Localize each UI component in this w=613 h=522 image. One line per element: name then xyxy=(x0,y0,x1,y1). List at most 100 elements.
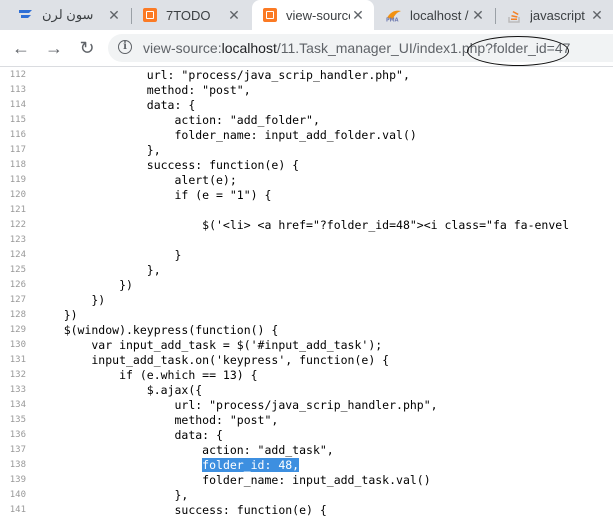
line-number: 131 xyxy=(9,355,26,365)
line-number: 126 xyxy=(9,280,26,290)
code-text: }, xyxy=(36,488,189,502)
line-number: 117 xyxy=(9,145,26,155)
code-text: method: "post", xyxy=(36,413,279,427)
code-text: url: "process/java_scrip_handler.php", xyxy=(36,68,410,82)
line-number: 118 xyxy=(9,160,26,170)
source-line: 123 xyxy=(0,233,613,248)
tab-label: سون لرن xyxy=(42,7,94,22)
source-line: 134 url: "process/java_scrip_handler.php… xyxy=(0,398,613,413)
line-number: 139 xyxy=(9,475,26,485)
tab-javascript[interactable]: javascript - ✕ xyxy=(496,0,613,30)
line-number: 120 xyxy=(9,190,26,200)
source-line: 114 data: { xyxy=(0,98,613,113)
tab-localhost[interactable]: PMA localhost / ✕ xyxy=(376,0,494,30)
xampp-favicon-icon xyxy=(142,7,158,23)
source-line: 129 $(window).keypress(function() { xyxy=(0,323,613,338)
code-text: success: function(e) { xyxy=(36,503,327,517)
line-number: 115 xyxy=(9,115,26,125)
tab-close-icon[interactable]: ✕ xyxy=(350,7,366,24)
line-number: 112 xyxy=(9,70,26,80)
source-line: 130 var input_add_task = $('#input_add_t… xyxy=(0,338,613,353)
source-line: 131 input_add_task.on('keypress', functi… xyxy=(0,353,613,368)
url-host: localhost xyxy=(221,40,277,56)
line-number: 129 xyxy=(9,325,26,335)
site-info-icon[interactable]: i xyxy=(118,40,132,54)
source-line: 133 $.ajax({ xyxy=(0,383,613,398)
tab-close-icon[interactable]: ✕ xyxy=(470,7,486,24)
tab-label: view-source xyxy=(286,7,350,23)
source-code-view[interactable]: 112 url: "process/java_scrip_handler.php… xyxy=(0,67,613,522)
line-number: 121 xyxy=(9,205,26,215)
code-text: $('<li> <a href="?folder_id=48"><i class… xyxy=(36,218,570,232)
code-text: }) xyxy=(36,293,106,307)
source-line: 113 method: "post", xyxy=(0,83,613,98)
line-number: 137 xyxy=(9,445,26,455)
forward-button[interactable]: → xyxy=(42,36,66,60)
line-number: 123 xyxy=(9,235,26,245)
code-text: if (e = "1") { xyxy=(36,188,272,202)
line-number: 124 xyxy=(9,250,26,260)
source-line: 126 }) xyxy=(0,278,613,293)
source-line: 116 folder_name: input_add_folder.val() xyxy=(0,128,613,143)
source-line: 140 }, xyxy=(0,488,613,503)
source-line: 122 $('<li> <a href="?folder_id=48"><i c… xyxy=(0,218,613,233)
code-text: data: { xyxy=(36,428,223,442)
source-line: 119 alert(e); xyxy=(0,173,613,188)
code-text: method: "post", xyxy=(36,83,251,97)
code-text: action: "add_folder", xyxy=(36,113,320,127)
back-button[interactable]: ← xyxy=(9,36,33,60)
tab-view-source[interactable]: view-source ✕ xyxy=(252,0,374,30)
line-number: 133 xyxy=(9,385,26,395)
line-number: 135 xyxy=(9,415,26,425)
code-text: input_add_task.on('keypress', function(e… xyxy=(36,353,390,367)
tab-label: javascript - xyxy=(530,7,589,23)
line-number: 127 xyxy=(9,295,26,305)
code-text: }, xyxy=(36,263,161,277)
line-number: 122 xyxy=(9,220,26,230)
tab-close-icon[interactable]: ✕ xyxy=(589,7,605,24)
source-line: 132 if (e.which == 13) { xyxy=(0,368,613,383)
line-number: 125 xyxy=(9,265,26,275)
code-text: }) xyxy=(36,308,78,322)
source-line: 138 folder_id: 48, xyxy=(0,458,613,473)
tab-close-icon[interactable]: ✕ xyxy=(226,7,242,24)
line-number: 141 xyxy=(9,505,26,515)
code-text: folder_name: input_add_task.val() xyxy=(36,473,431,487)
source-line: 139 folder_name: input_add_task.val() xyxy=(0,473,613,488)
tab-sevenlearn[interactable]: سون لرن ✕ xyxy=(8,0,130,30)
line-number: 134 xyxy=(9,400,26,410)
tab-7todo[interactable]: 7TODO ✕ xyxy=(132,0,250,30)
code-text: $(window).keypress(function() { xyxy=(36,323,279,337)
source-line: 112 url: "process/java_scrip_handler.php… xyxy=(0,68,613,83)
source-line: 124 } xyxy=(0,248,613,263)
code-text: folder_id: 48, xyxy=(36,458,300,473)
line-number: 140 xyxy=(9,490,26,500)
line-number: 132 xyxy=(9,370,26,380)
source-line: 135 method: "post", xyxy=(0,413,613,428)
stackoverflow-favicon-icon xyxy=(506,7,522,23)
code-text: folder_name: input_add_folder.val() xyxy=(36,128,417,142)
source-line: 136 data: { xyxy=(0,428,613,443)
line-number: 128 xyxy=(9,310,26,320)
code-text: action: "add_task", xyxy=(36,443,334,457)
code-text: $.ajax({ xyxy=(36,383,203,397)
source-line: 117 }, xyxy=(0,143,613,158)
tab-close-icon[interactable]: ✕ xyxy=(106,7,122,24)
code-text: if (e.which == 13) { xyxy=(36,368,258,382)
selected-text: folder_id: 48, xyxy=(202,458,300,472)
xampp-favicon-icon xyxy=(262,7,278,23)
reload-button[interactable]: ↻ xyxy=(75,36,99,60)
source-line: 120 if (e = "1") { xyxy=(0,188,613,203)
svg-text:PMA: PMA xyxy=(386,18,399,23)
line-number: 116 xyxy=(9,130,26,140)
code-text: alert(e); xyxy=(36,173,237,187)
code-text: }, xyxy=(36,143,161,157)
source-line: 128 }) xyxy=(0,308,613,323)
source-line: 127 }) xyxy=(0,293,613,308)
line-number: 114 xyxy=(9,100,26,110)
line-number: 138 xyxy=(9,460,26,470)
source-line: 115 action: "add_folder", xyxy=(0,113,613,128)
source-line: 118 success: function(e) { xyxy=(0,158,613,173)
code-text: var input_add_task = $('#input_add_task'… xyxy=(36,338,383,352)
